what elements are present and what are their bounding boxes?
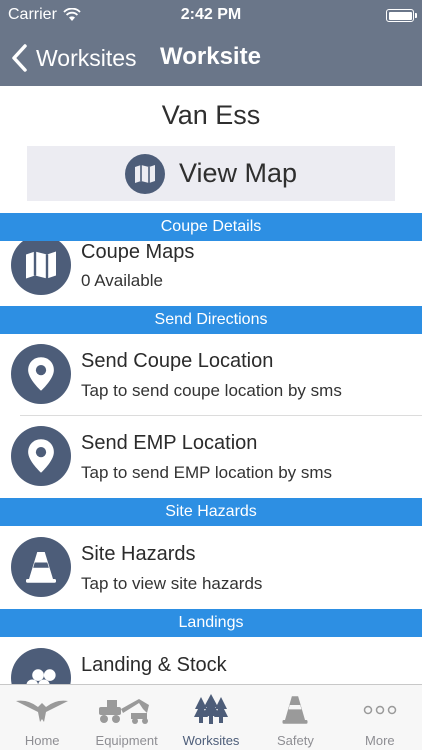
map-icon-circle	[11, 241, 71, 295]
list-item-site-hazards[interactable]: Site Hazards Tap to view site hazards	[0, 526, 422, 608]
tab-equipment[interactable]: Equipment	[84, 685, 168, 750]
tab-home[interactable]: Home	[0, 685, 84, 750]
row-subtitle: 0 Available	[81, 271, 163, 290]
location-icon-circle	[11, 344, 71, 404]
location-pin-icon	[28, 357, 54, 391]
log-pile-icon	[26, 669, 56, 684]
tab-label: Safety	[276, 733, 314, 748]
back-button[interactable]: Worksites	[10, 40, 137, 76]
list-item-send-coupe-location[interactable]: Send Coupe Location Tap to send coupe lo…	[0, 334, 422, 415]
nav-bar: Worksites Worksite	[0, 30, 422, 86]
status-bar: Carrier 2:42 PM	[0, 0, 422, 30]
row-subtitle: Tap to send coupe location by sms	[81, 381, 342, 400]
more-dots-icon	[363, 705, 397, 715]
machinery-icon	[98, 699, 149, 724]
tab-worksites[interactable]: Worksites	[169, 685, 253, 750]
row-title: Send EMP Location	[81, 432, 258, 454]
section-header-landings: Landings	[0, 609, 422, 637]
list-item-landing-stock[interactable]: Landing & Stock	[0, 637, 422, 684]
section-header-coupe-details: Coupe Details	[0, 213, 422, 241]
hazard-icon-circle	[11, 537, 71, 597]
traffic-cone-icon	[26, 552, 56, 583]
map-icon	[26, 251, 56, 279]
trees-icon	[194, 694, 229, 724]
section-header-send-directions: Send Directions	[0, 306, 422, 334]
row-subtitle: Tap to view site hazards	[81, 574, 263, 593]
row-subtitle: Tap to send EMP location by sms	[81, 463, 333, 482]
row-title: Send Coupe Location	[81, 350, 274, 372]
tab-label: More	[365, 733, 395, 748]
tab-label: Equipment	[95, 733, 158, 748]
list-item-coupe-maps[interactable]: Coupe Maps 0 Available	[0, 241, 422, 305]
tab-more[interactable]: More	[338, 685, 422, 750]
row-title: Coupe Maps	[81, 241, 195, 263]
section-header-site-hazards: Site Hazards	[0, 498, 422, 526]
view-map-label: View Map	[178, 158, 298, 188]
eagle-icon	[16, 700, 69, 722]
status-time: 2:42 PM	[180, 6, 242, 23]
battery-icon	[386, 9, 417, 22]
traffic-cone-icon	[282, 696, 308, 724]
tab-label: Home	[24, 733, 60, 748]
location-icon-circle	[11, 426, 71, 486]
worksite-name: Van Ess	[161, 100, 261, 130]
row-title: Site Hazards	[81, 543, 196, 565]
back-label: Worksites	[36, 44, 137, 71]
list-item-send-emp-location[interactable]: Send EMP Location Tap to send EMP locati…	[0, 416, 422, 497]
page-title: Worksite	[160, 43, 261, 70]
map-icon	[134, 164, 155, 183]
tab-bar: Home Equipment Worksites Safety More	[0, 684, 422, 750]
log-icon-circle	[11, 648, 71, 684]
view-map-button[interactable]: View Map	[27, 146, 395, 201]
row-title: Landing & Stock	[81, 654, 227, 676]
location-pin-icon	[28, 439, 54, 473]
chevron-left-icon	[12, 44, 27, 72]
tab-safety[interactable]: Safety	[253, 685, 337, 750]
tab-label: Worksites	[182, 733, 240, 748]
map-icon-circle	[124, 153, 165, 194]
